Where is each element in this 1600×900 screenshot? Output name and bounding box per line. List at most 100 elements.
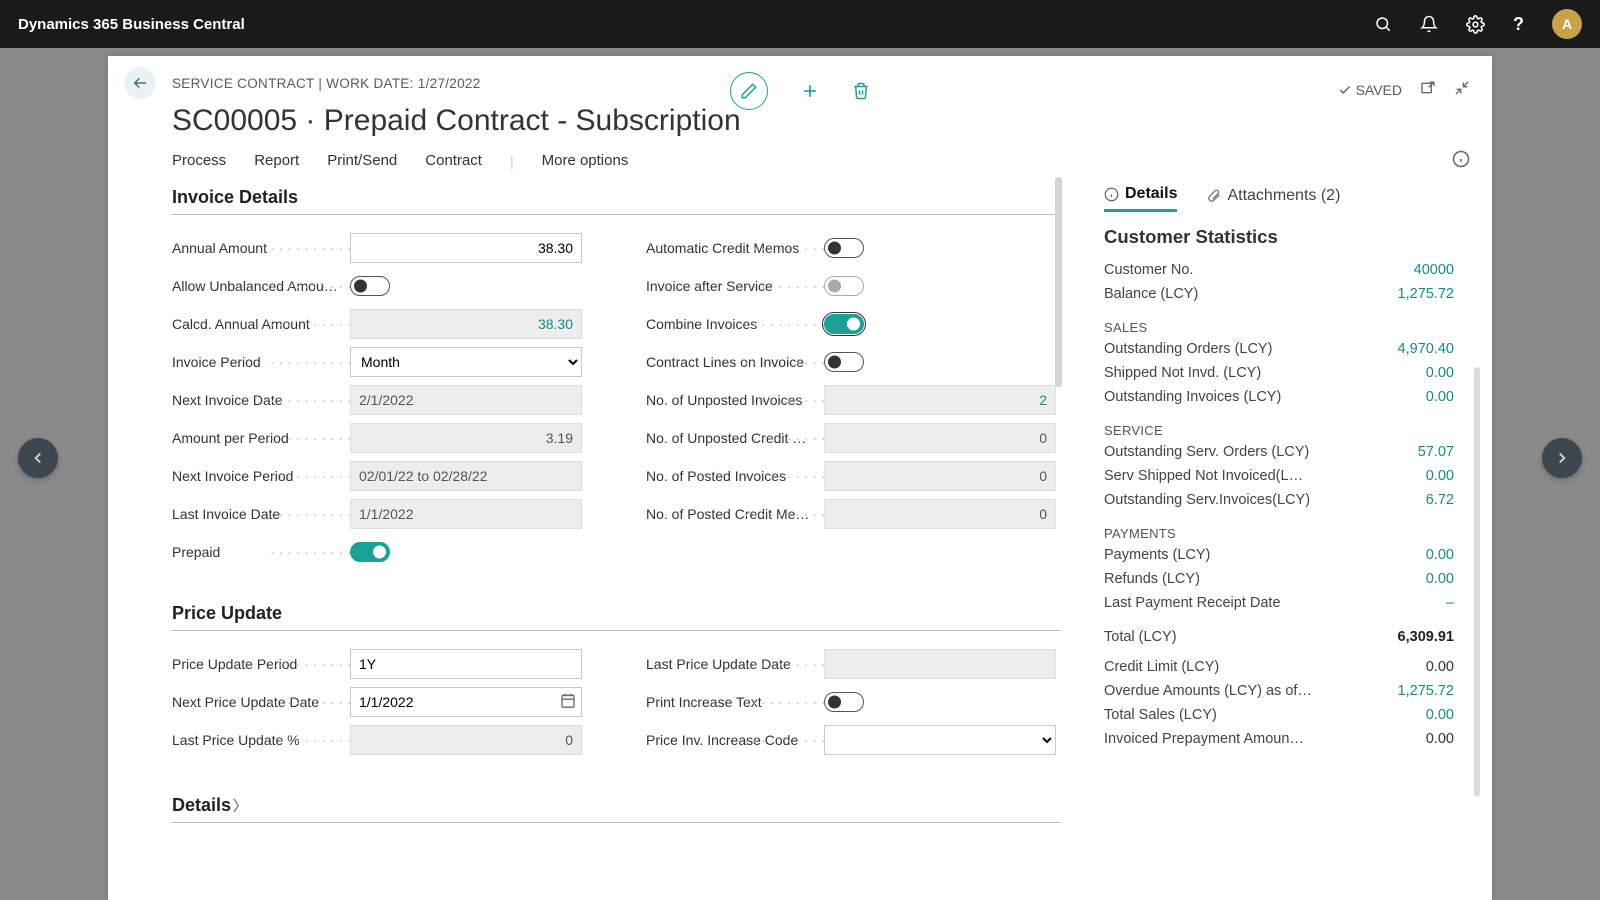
- next-record-button[interactable]: [1542, 438, 1582, 478]
- stat-serv-orders[interactable]: 57.07: [1418, 444, 1454, 460]
- section-details[interactable]: Details〉: [172, 785, 1060, 823]
- stat-payments[interactable]: 0.00: [1426, 547, 1454, 563]
- stat-total-sales[interactable]: 0.00: [1426, 707, 1454, 723]
- stat-overdue[interactable]: 1,275.72: [1398, 683, 1454, 699]
- label-next-invoice-period: Next Invoice Period: [172, 468, 350, 484]
- toggle-combine-invoices[interactable]: [824, 314, 864, 334]
- label-posted-invoices: No. of Posted Invoices: [646, 468, 824, 484]
- input-unposted-invoices[interactable]: [824, 385, 1056, 415]
- input-unposted-credit[interactable]: [824, 423, 1056, 453]
- select-invoice-period[interactable]: Month: [350, 347, 582, 377]
- stat-overdue-label: Overdue Amounts (LCY) as of…: [1104, 683, 1312, 699]
- label-last-price-update-pct: Last Price Update %: [172, 732, 350, 748]
- label-price-update-period: Price Update Period: [172, 656, 350, 672]
- delete-button[interactable]: [852, 82, 870, 100]
- stat-total: 6,309.91: [1398, 629, 1454, 645]
- factbox-tab-details-label: Details: [1125, 185, 1177, 203]
- popout-icon[interactable]: [1420, 80, 1436, 99]
- label-allow-unbalanced: Allow Unbalanced Amou…: [172, 278, 350, 294]
- input-price-update-period[interactable]: [350, 649, 582, 679]
- input-last-price-update-date: [824, 649, 1056, 679]
- stat-out-inv-label: Outstanding Invoices (LCY): [1104, 389, 1281, 405]
- stat-inv-prepay[interactable]: 0.00: [1426, 731, 1454, 747]
- label-unposted-invoices: No. of Unposted Invoices: [646, 392, 824, 408]
- titlebar: Dynamics 365 Business Central ? A: [0, 0, 1600, 48]
- tab-process[interactable]: Process: [172, 152, 226, 169]
- toggle-auto-credit-memos[interactable]: [824, 238, 864, 258]
- input-last-invoice-date: [350, 499, 582, 529]
- input-posted-invoices[interactable]: [824, 461, 1056, 491]
- section-invoice-details[interactable]: Invoice Details: [172, 177, 1060, 215]
- label-amount-per-period: Amount per Period: [172, 430, 350, 446]
- tab-divider: |: [510, 153, 514, 169]
- brand-text: Dynamics 365 Business Central: [18, 16, 245, 33]
- stat-last-receipt[interactable]: –: [1446, 595, 1454, 611]
- more-options[interactable]: More options: [542, 152, 629, 169]
- section-price-update[interactable]: Price Update: [172, 593, 1060, 631]
- toggle-contract-lines[interactable]: [824, 352, 864, 372]
- help-icon[interactable]: ?: [1513, 14, 1524, 35]
- stat-serv-shipped-label: Serv Shipped Not Invoiced(L…: [1104, 468, 1303, 484]
- tab-print-send[interactable]: Print/Send: [327, 152, 397, 169]
- back-button[interactable]: [124, 67, 156, 99]
- label-contract-lines-on-invoice: Contract Lines on Invoice: [646, 354, 824, 370]
- stat-balance[interactable]: 1,275.72: [1398, 286, 1454, 302]
- label-invoice-after-service: Invoice after Service: [646, 278, 824, 294]
- stat-payments-label: Payments (LCY): [1104, 547, 1210, 563]
- main-scrollbar[interactable]: [1055, 177, 1062, 387]
- select-price-inv-increase-code[interactable]: [824, 725, 1056, 755]
- breadcrumb: SERVICE CONTRACT | WORK DATE: 1/27/2022: [172, 76, 481, 91]
- label-last-price-update-date: Last Price Update Date: [646, 656, 824, 672]
- prev-record-button[interactable]: [18, 438, 58, 478]
- input-next-price-update-date[interactable]: [350, 687, 582, 717]
- tab-report[interactable]: Report: [254, 152, 299, 169]
- toggle-invoice-after-service: [824, 276, 864, 296]
- tab-contract[interactable]: Contract: [425, 152, 482, 169]
- toggle-prepaid[interactable]: [350, 542, 390, 562]
- toggle-print-increase-text[interactable]: [824, 692, 864, 712]
- factbox: Details Attachments (2) Customer Statist…: [1100, 177, 1470, 877]
- stat-total-sales-label: Total Sales (LCY): [1104, 707, 1217, 723]
- label-posted-credit: No. of Posted Credit Me…: [646, 506, 824, 522]
- stat-serv-shipped[interactable]: 0.00: [1426, 468, 1454, 484]
- info-icon[interactable]: [1452, 150, 1470, 171]
- stat-serv-inv-label: Outstanding Serv.Invoices(LCY): [1104, 492, 1310, 508]
- factbox-tab-details[interactable]: Details: [1104, 185, 1177, 212]
- gear-icon[interactable]: [1466, 15, 1485, 34]
- factbox-title: Customer Statistics: [1100, 212, 1470, 258]
- stat-out-inv[interactable]: 0.00: [1426, 389, 1454, 405]
- stat-refunds-label: Refunds (LCY): [1104, 571, 1200, 587]
- factbox-scrollbar[interactable]: [1474, 367, 1480, 797]
- stat-shipped[interactable]: 0.00: [1426, 365, 1454, 381]
- collapse-icon[interactable]: [1454, 80, 1470, 99]
- factbox-tab-attachments-label: Attachments (2): [1227, 187, 1340, 205]
- input-annual-amount[interactable]: [350, 233, 582, 263]
- stat-credit-limit[interactable]: 0.00: [1426, 659, 1454, 675]
- label-auto-credit-memos: Automatic Credit Memos: [646, 240, 824, 256]
- toggle-allow-unbalanced[interactable]: [350, 276, 390, 296]
- page-card: SERVICE CONTRACT | WORK DATE: 1/27/2022 …: [108, 56, 1492, 900]
- input-calc-annual-amount: [350, 309, 582, 339]
- avatar[interactable]: A: [1552, 9, 1582, 39]
- new-button[interactable]: [800, 81, 820, 101]
- saved-label: SAVED: [1356, 82, 1402, 98]
- stat-refunds[interactable]: 0.00: [1426, 571, 1454, 587]
- label-annual-amount: Annual Amount: [172, 240, 350, 256]
- label-print-increase-text: Print Increase Text: [646, 694, 824, 710]
- stat-out-orders[interactable]: 4,970.40: [1398, 341, 1454, 357]
- label-calc-annual-amount: Calcd. Annual Amount: [172, 316, 350, 332]
- input-next-invoice-period: [350, 461, 582, 491]
- stat-serv-inv[interactable]: 6.72: [1426, 492, 1454, 508]
- group-sales: SALES: [1100, 306, 1470, 337]
- edit-button[interactable]: [730, 72, 768, 110]
- input-last-price-update-pct: [350, 725, 582, 755]
- search-icon[interactable]: [1374, 15, 1392, 33]
- stat-shipped-label: Shipped Not Invd. (LCY): [1104, 365, 1261, 381]
- stat-customer-no[interactable]: 40000: [1414, 262, 1454, 278]
- input-posted-credit[interactable]: [824, 499, 1056, 529]
- label-price-inv-increase-code: Price Inv. Increase Code: [646, 732, 824, 748]
- bell-icon[interactable]: [1420, 15, 1438, 33]
- label-invoice-period: Invoice Period: [172, 354, 350, 370]
- input-amount-per-period: [350, 423, 582, 453]
- factbox-tab-attachments[interactable]: Attachments (2): [1207, 187, 1340, 211]
